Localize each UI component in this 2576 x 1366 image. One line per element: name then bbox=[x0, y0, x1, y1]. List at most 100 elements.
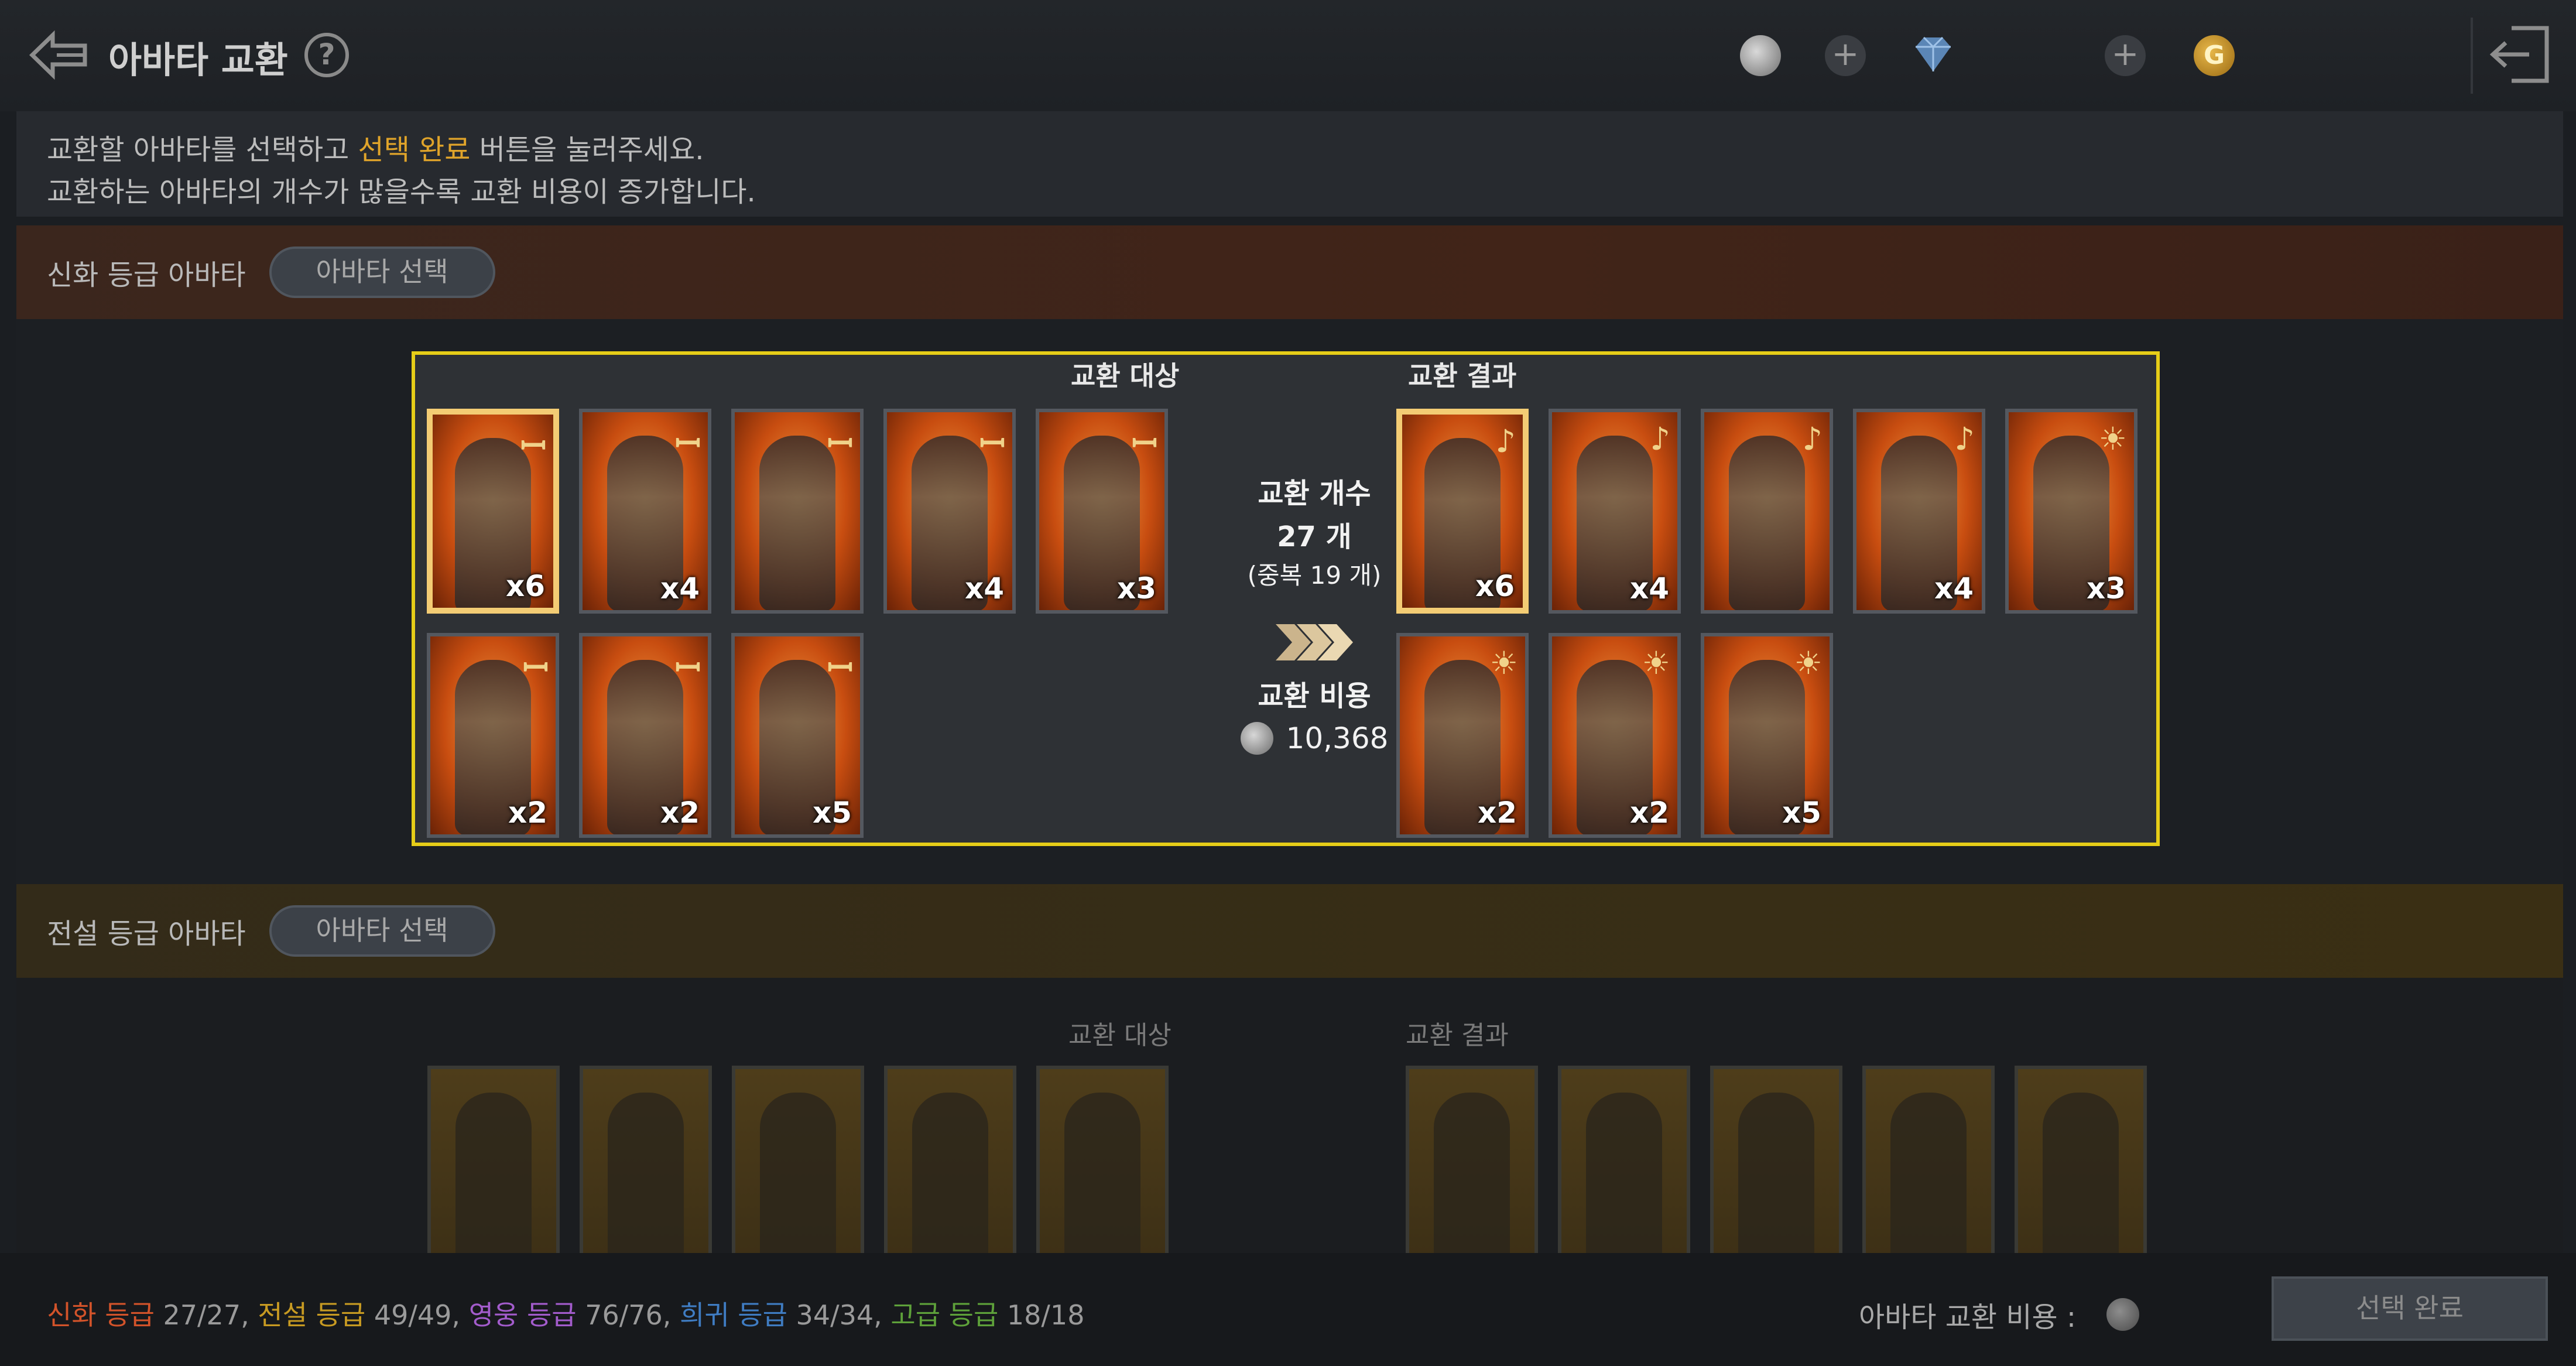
target-avatar-card[interactable]: ꟷ x4 bbox=[883, 409, 1016, 614]
instruction-text: 교환할 아바타를 선택하고 bbox=[47, 133, 358, 166]
target-avatar-card[interactable]: ꟷ x3 bbox=[1036, 409, 1168, 614]
class-emblem-icon: ꟷ bbox=[979, 425, 1005, 462]
avatar-count: x2 bbox=[1629, 796, 1669, 830]
exchange-cost-row: 10,368 bbox=[1197, 721, 1431, 755]
exchange-arrow-icon bbox=[1276, 624, 1353, 660]
legend-result-avatar-card[interactable] bbox=[2015, 1066, 2147, 1259]
class-emblem-icon: ꟷ bbox=[827, 649, 853, 686]
legend-result-avatar-card[interactable] bbox=[1710, 1066, 1842, 1259]
legend-result-title: 교환 결과 bbox=[1406, 1021, 1509, 1050]
help-icon[interactable]: ? bbox=[304, 33, 349, 77]
legend-result-avatar-card[interactable] bbox=[1406, 1066, 1538, 1259]
legend-target-avatar-card[interactable] bbox=[1036, 1066, 1169, 1259]
legend-section-body: 교환 대상 교환 결과 bbox=[16, 978, 2563, 1259]
target-avatar-card[interactable]: ꟷ x5 bbox=[731, 633, 864, 838]
avatar-portrait bbox=[759, 436, 835, 610]
avatar-count: x3 bbox=[1116, 571, 1156, 605]
selection-complete-button[interactable]: 선택 완료 bbox=[2272, 1276, 2548, 1341]
avatar-count: x4 bbox=[660, 571, 700, 605]
instruction-highlight: 선택 완료 bbox=[358, 133, 471, 166]
mythic-section-label: 신화 등급 아바타 bbox=[47, 259, 246, 292]
grade-stats: 신화 등급 27/27, 전설 등급 49/49, 영웅 등급 76/76, 희… bbox=[47, 1294, 1084, 1333]
top-bar: 아바타 교환 ? + + G bbox=[0, 0, 2576, 111]
avatar-portrait bbox=[2043, 1093, 2119, 1255]
avatar-portrait bbox=[760, 1093, 836, 1255]
rare-grade-label: 희귀 등급 bbox=[680, 1299, 787, 1331]
legend-target-avatar-card[interactable] bbox=[580, 1066, 712, 1259]
legend-avatar-select-button[interactable]: 아바타 선택 bbox=[269, 905, 495, 957]
result-avatar-card[interactable]: ♪ x4 bbox=[1853, 409, 1985, 614]
avatar-count: x2 bbox=[508, 796, 547, 830]
class-emblem-icon: ꟷ bbox=[675, 425, 701, 462]
exit-icon[interactable] bbox=[2488, 22, 2553, 87]
target-avatar-card[interactable]: ꟷ x6 bbox=[427, 409, 559, 614]
target-avatar-card[interactable]: ꟷ x2 bbox=[427, 633, 559, 838]
exchange-target-title: 교환 대상 bbox=[1071, 360, 1180, 392]
gold-icon: G bbox=[2194, 35, 2235, 76]
result-avatar-card[interactable]: ☀ x2 bbox=[1549, 633, 1681, 838]
silver-coin-icon bbox=[1740, 35, 1781, 76]
mythic-grade-label: 신화 등급 bbox=[47, 1299, 155, 1331]
exchange-box: 교환 대상 교환 결과 ꟷ x6 ꟷ x4 ꟷ ꟷ x4 ꟷ x3 ꟷ x2 ꟷ x2 ꟷ x5 ♪ x6 ♪ x… bbox=[412, 351, 2160, 846]
legend-result-avatar-card[interactable] bbox=[1558, 1066, 1690, 1259]
mythic-section-header: 신화 등급 아바타 아바타 선택 bbox=[16, 225, 2563, 319]
avatar-portrait bbox=[1729, 436, 1805, 610]
avatar-portrait bbox=[1586, 1093, 1662, 1255]
add-diamond-plus-icon[interactable]: + bbox=[2105, 35, 2146, 76]
advanced-grade-label: 고급 등급 bbox=[890, 1299, 999, 1331]
exchange-count-label: 교환 개수 bbox=[1258, 477, 1371, 510]
legend-grade-label: 전설 등급 bbox=[258, 1299, 366, 1331]
result-avatar-card[interactable]: ☀ x3 bbox=[2005, 409, 2137, 614]
mythic-grade-count: 27/27, bbox=[154, 1299, 258, 1331]
back-arrow-icon[interactable] bbox=[26, 25, 91, 86]
legend-target-avatar-card[interactable] bbox=[884, 1066, 1016, 1259]
add-silver-plus-icon[interactable]: + bbox=[1825, 35, 1866, 76]
legend-result-avatar-card[interactable] bbox=[1862, 1066, 1995, 1259]
legend-target-avatar-card[interactable] bbox=[427, 1066, 560, 1259]
class-emblem-icon: ☀ bbox=[1642, 645, 1670, 682]
target-avatar-card[interactable]: ꟷ x4 bbox=[579, 409, 711, 614]
avatar-count: x2 bbox=[1477, 796, 1517, 830]
rare-grade-count: 34/34, bbox=[787, 1299, 891, 1331]
legend-section-label: 전설 등급 아바타 bbox=[47, 917, 246, 950]
mythic-avatar-select-button[interactable]: 아바타 선택 bbox=[269, 247, 495, 298]
hero-grade-label: 영웅 등급 bbox=[468, 1299, 577, 1331]
instruction-text: 버튼을 눌러주세요. bbox=[470, 133, 704, 166]
legend-target-title: 교환 대상 bbox=[1068, 1021, 1171, 1050]
instruction-panel: 교환할 아바타를 선택하고 선택 완료 버튼을 눌러주세요. 교환하는 아바타의… bbox=[16, 111, 2563, 217]
avatar-count: x5 bbox=[812, 796, 852, 830]
silver-coin-icon bbox=[1240, 722, 1273, 755]
silver-coin-icon bbox=[2106, 1298, 2139, 1331]
result-avatar-card[interactable]: ☀ x5 bbox=[1701, 633, 1833, 838]
avatar-portrait bbox=[608, 1093, 684, 1255]
result-avatar-card[interactable]: ♪ x4 bbox=[1549, 409, 1681, 614]
class-emblem-icon: ꟷ bbox=[1132, 425, 1157, 462]
legend-section-header: 전설 등급 아바타 아바타 선택 bbox=[16, 884, 2563, 978]
page-title: 아바타 교환 bbox=[108, 39, 288, 81]
target-avatar-card[interactable]: ꟷ bbox=[731, 409, 864, 614]
avatar-portrait bbox=[1434, 1093, 1510, 1255]
class-emblem-icon: ♪ bbox=[1802, 420, 1823, 457]
avatar-portrait bbox=[1064, 1093, 1140, 1255]
result-avatar-card[interactable]: ♪ bbox=[1701, 409, 1833, 614]
legend-target-avatar-card[interactable] bbox=[732, 1066, 864, 1259]
class-emblem-icon: ☀ bbox=[2098, 420, 2127, 457]
class-emblem-icon: ♪ bbox=[1650, 420, 1670, 457]
bottom-bar: 신화 등급 27/27, 전설 등급 49/49, 영웅 등급 76/76, 희… bbox=[0, 1253, 2576, 1366]
avatar-portrait bbox=[1890, 1093, 1967, 1255]
legend-grade-count: 49/49, bbox=[365, 1299, 469, 1331]
avatar-count: x2 bbox=[660, 796, 700, 830]
avatar-portrait bbox=[1738, 1093, 1814, 1255]
avatar-count: x4 bbox=[964, 571, 1004, 605]
avatar-count: x4 bbox=[1934, 571, 1974, 605]
instruction-line-1: 교환할 아바타를 선택하고 선택 완료 버튼을 눌러주세요. bbox=[47, 129, 2533, 171]
target-avatar-card[interactable]: ꟷ x2 bbox=[579, 633, 711, 838]
exchange-summary: 교환 개수 27 개 (중복 19 개) 교환 비용 10,368 bbox=[1197, 472, 1431, 755]
class-emblem-icon: ☀ bbox=[1794, 645, 1823, 682]
class-emblem-icon: ♪ bbox=[1954, 420, 1975, 457]
class-emblem-icon: ꟷ bbox=[520, 427, 546, 464]
hero-grade-count: 76/76, bbox=[576, 1299, 680, 1331]
exchange-count-value: 27 개 bbox=[1277, 521, 1352, 553]
avatar-count: x6 bbox=[505, 569, 545, 603]
exchange-cost-value: 10,368 bbox=[1286, 721, 1389, 755]
